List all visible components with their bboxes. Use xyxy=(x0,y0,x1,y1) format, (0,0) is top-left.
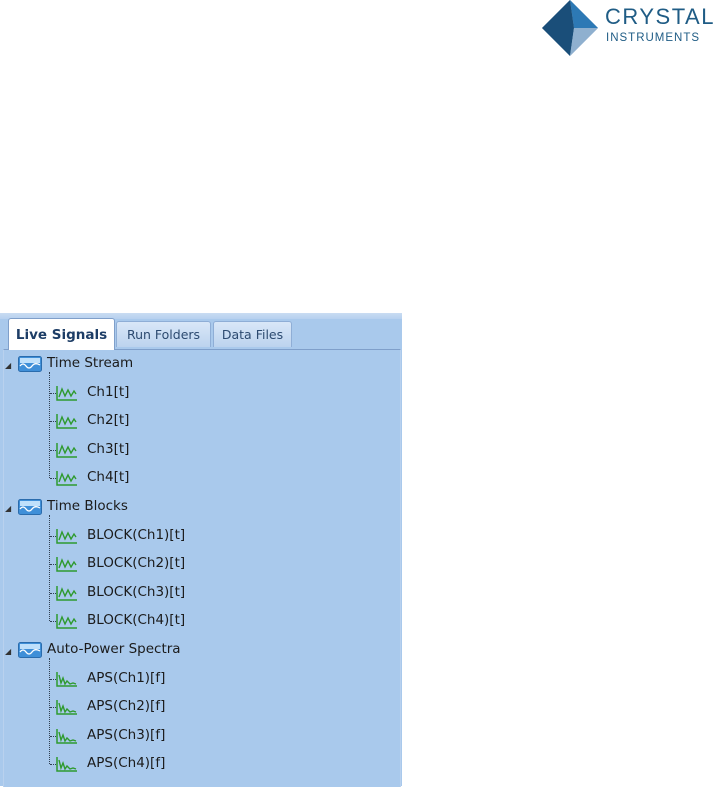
crystal-instruments-logo: CRYSTAL INSTRUMENTS xyxy=(540,0,717,56)
tab-data-files[interactable]: Data Files xyxy=(213,321,292,347)
tree-expander-icon[interactable]: ◢ xyxy=(5,361,14,370)
tree-signal-item[interactable]: Ch3[t] xyxy=(87,441,129,457)
tree-expander-icon[interactable]: ◢ xyxy=(5,647,14,656)
tree-signal-item[interactable]: APS(Ch1)[f] xyxy=(87,670,165,686)
tree-connector-line xyxy=(49,372,50,479)
tree-connector-line xyxy=(49,515,50,622)
time-signal-icon xyxy=(56,613,78,633)
spectrum-signal-icon xyxy=(56,699,78,719)
spectrum-signal-icon xyxy=(56,756,78,776)
tree-connector-line xyxy=(49,658,50,765)
time-signal-icon xyxy=(56,442,78,462)
logo-subtitle-text: INSTRUMENTS xyxy=(606,32,701,44)
tree-signal-item[interactable]: APS(Ch4)[f] xyxy=(87,755,165,771)
tree-group-label[interactable]: Auto-Power Spectra xyxy=(47,641,181,657)
time-signal-icon xyxy=(56,470,78,490)
time-signal-icon xyxy=(56,556,78,576)
spectrum-signal-icon xyxy=(56,671,78,691)
tree-signal-item[interactable]: BLOCK(Ch4)[t] xyxy=(87,612,185,628)
tab-run-folders[interactable]: Run Folders xyxy=(116,321,211,347)
signal-browser-panel: Live Signals Run Folders Data Files ◢ Tim… xyxy=(0,313,402,787)
tree-signal-item[interactable]: APS(Ch3)[f] xyxy=(87,727,165,743)
tab-live-signals[interactable]: Live Signals xyxy=(8,318,115,350)
signal-group-icon xyxy=(18,499,42,519)
tree-group-label[interactable]: Time Blocks xyxy=(47,498,128,514)
time-signal-icon xyxy=(56,585,78,605)
tree-group-label[interactable]: Time Stream xyxy=(47,355,133,371)
signal-group-icon xyxy=(18,642,42,662)
tree-signal-item[interactable]: Ch1[t] xyxy=(87,384,129,400)
signal-tree: ◢ Time Stream Ch1[t] Ch2[t] Ch3[t] Ch4[t] ◢ Tim… xyxy=(3,349,401,787)
spectrum-signal-icon xyxy=(56,728,78,748)
tree-signal-item[interactable]: BLOCK(Ch3)[t] xyxy=(87,584,185,600)
time-signal-icon xyxy=(56,413,78,433)
tree-expander-icon[interactable]: ◢ xyxy=(5,504,14,513)
signal-group-icon xyxy=(18,356,42,376)
tree-signal-item[interactable]: Ch4[t] xyxy=(87,469,129,485)
tree-signal-item[interactable]: BLOCK(Ch2)[t] xyxy=(87,555,185,571)
tree-signal-item[interactable]: APS(Ch2)[f] xyxy=(87,698,165,714)
crystal-diamond-icon xyxy=(542,0,598,56)
time-signal-icon xyxy=(56,528,78,548)
tree-signal-item[interactable]: BLOCK(Ch1)[t] xyxy=(87,527,185,543)
logo-brand-text: CRYSTAL xyxy=(605,4,715,29)
tree-signal-item[interactable]: Ch2[t] xyxy=(87,412,129,428)
time-signal-icon xyxy=(56,385,78,405)
